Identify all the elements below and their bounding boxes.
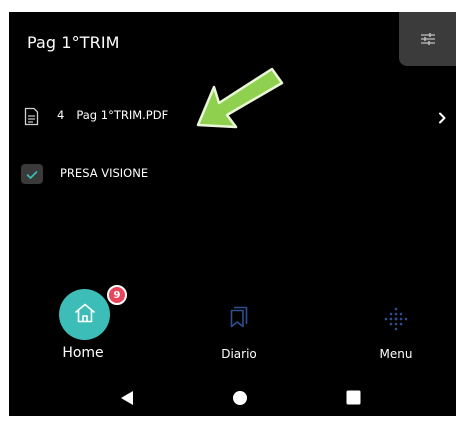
nav-tab-menu[interactable]: Menu [336, 282, 456, 366]
page-title: Pag 1°TRIM [27, 33, 120, 52]
presa-visione-checkbox[interactable] [21, 164, 43, 184]
chevron-right-icon [438, 109, 446, 128]
filter-button[interactable] [399, 12, 456, 66]
home-icon [73, 302, 97, 328]
nav-tab-diario[interactable]: Diario [179, 282, 299, 366]
green-arrow-icon [192, 65, 287, 141]
sliders-icon [420, 32, 436, 46]
file-count: 4 [57, 108, 65, 122]
document-icon [24, 107, 39, 130]
notification-badge: 9 [107, 285, 127, 305]
back-triangle-icon[interactable] [120, 390, 134, 410]
bookmarks-icon [230, 306, 248, 332]
nav-label-diario: Diario [221, 347, 257, 361]
recents-square-icon[interactable] [346, 390, 361, 409]
home-icon-button[interactable] [59, 289, 110, 340]
app-screen: Pag 1°TRIM 4 Pag 1°TRIM.PDF PRESA VISION… [9, 12, 456, 416]
nav-label-menu: Menu [379, 347, 413, 361]
presa-visione-checkbox-row[interactable]: PRESA VISIONE [9, 159, 456, 189]
presa-visione-label: PRESA VISIONE [60, 166, 149, 180]
file-label: 4 Pag 1°TRIM.PDF [57, 108, 168, 122]
check-icon [26, 165, 38, 184]
home-circle-icon[interactable] [232, 390, 248, 410]
nav-tab-home[interactable]: 9 Home [23, 282, 143, 366]
dots-grid-icon [384, 307, 408, 335]
file-name: Pag 1°TRIM.PDF [76, 108, 169, 122]
nav-label-home: Home [62, 345, 104, 361]
